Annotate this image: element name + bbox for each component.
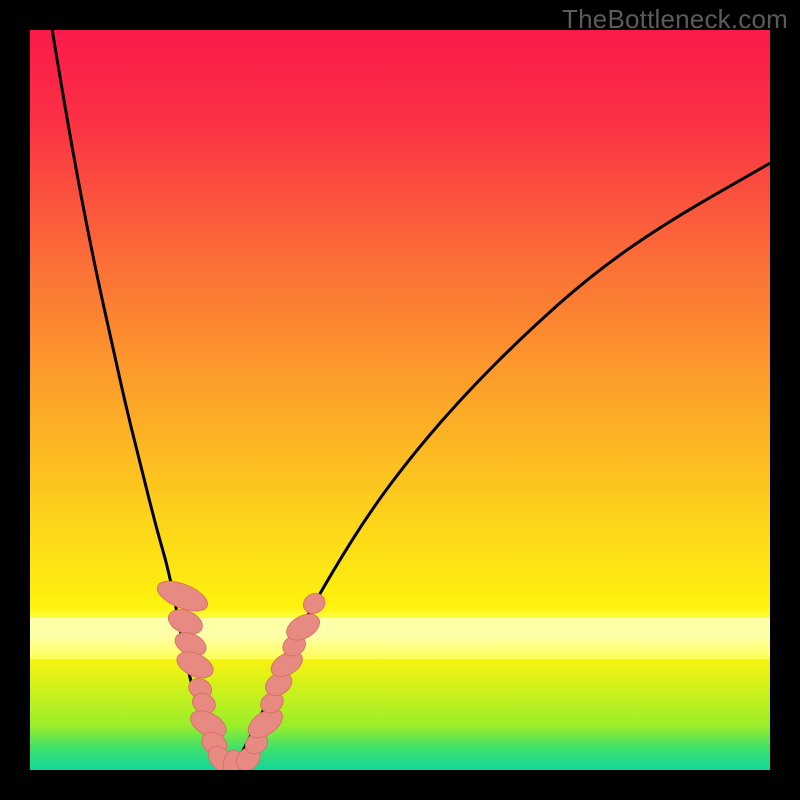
curve-layer (30, 30, 770, 770)
chart-frame: TheBottleneck.com (0, 0, 800, 800)
data-marker (300, 590, 329, 618)
plot-area (30, 30, 770, 770)
curve-right-branch (230, 163, 770, 770)
